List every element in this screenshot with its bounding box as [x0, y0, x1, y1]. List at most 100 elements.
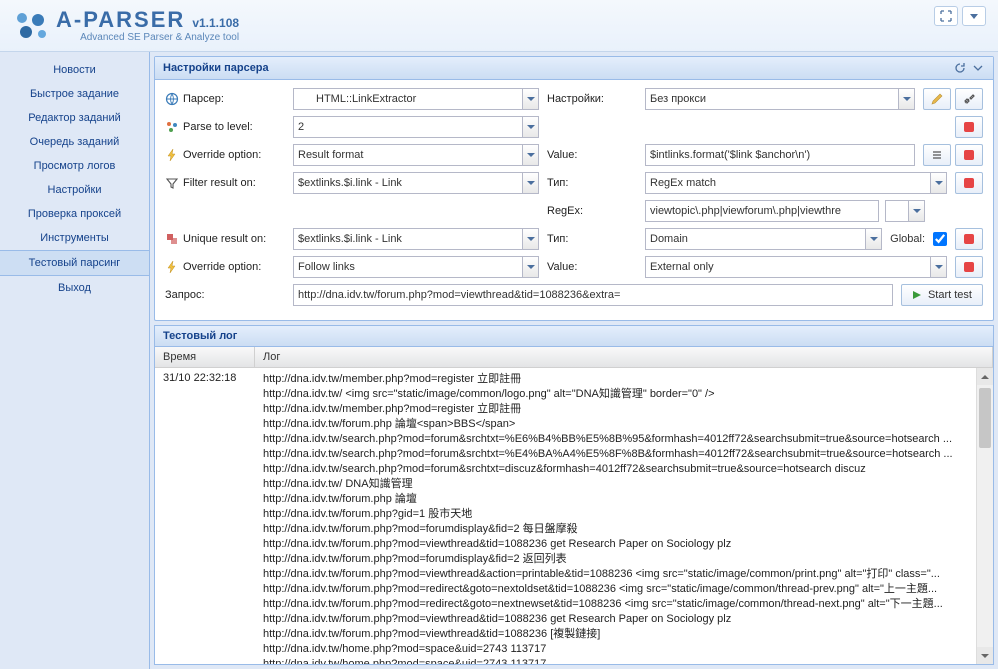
remove-button[interactable]	[955, 116, 983, 138]
edit-button[interactable]	[923, 88, 951, 110]
combo-trigger[interactable]	[930, 256, 947, 278]
globe-icon	[165, 92, 179, 106]
filter-icon	[165, 176, 179, 190]
label-global: Global:	[890, 233, 925, 245]
log-line: http://dna.idv.tw/home.php?mod=space&uid…	[263, 642, 985, 657]
filter-type-select[interactable]	[645, 172, 930, 194]
tools-button[interactable]	[955, 88, 983, 110]
sidebar-item[interactable]: Инструменты	[0, 226, 149, 250]
log-line: http://dna.idv.tw/forum.php?mod=redirect…	[263, 582, 985, 597]
combo-trigger[interactable]	[522, 256, 539, 278]
regex-input[interactable]	[645, 200, 879, 222]
sidebar-item[interactable]: Тестовый парсинг	[0, 250, 149, 276]
nodes-icon	[165, 120, 179, 134]
label-regex: RegEx:	[547, 205, 637, 217]
log-line: http://dna.idv.tw/forum.php 論壇	[263, 492, 985, 507]
remove-button[interactable]	[955, 256, 983, 278]
combo-trigger[interactable]	[522, 144, 539, 166]
log-line: http://dna.idv.tw/forum.php?mod=viewthre…	[263, 612, 985, 627]
fullscreen-button[interactable]	[934, 6, 958, 26]
log-line: http://dna.idv.tw/forum.php?gid=1 股市天地	[263, 507, 985, 522]
query-input[interactable]	[293, 284, 893, 306]
label-value: Value:	[547, 149, 637, 161]
log-panel-title: Тестовый лог	[155, 326, 993, 347]
label-parse-to-level: Parse to level:	[183, 121, 253, 133]
sidebar-item[interactable]: Очередь заданий	[0, 130, 149, 154]
start-test-button[interactable]: Start test	[901, 284, 983, 306]
combo-trigger[interactable]	[865, 228, 882, 250]
test-log-panel: Тестовый лог Время Лог 31/10 22:32:18 ht…	[154, 325, 994, 665]
filter-select[interactable]	[293, 172, 522, 194]
scroll-down-arrow[interactable]	[977, 647, 993, 664]
scroll-up-arrow[interactable]	[977, 368, 993, 385]
start-test-label: Start test	[928, 289, 972, 301]
combo-trigger[interactable]	[898, 88, 915, 110]
combo-trigger[interactable]	[908, 200, 925, 222]
combo-trigger[interactable]	[522, 228, 539, 250]
vertical-scrollbar[interactable]	[976, 368, 993, 664]
lightning-icon	[165, 148, 179, 162]
sidebar: НовостиБыстрое заданиеРедактор заданийОч…	[0, 52, 150, 669]
log-line: http://dna.idv.tw/member.php?mod=registe…	[263, 402, 985, 417]
lightning-icon	[165, 260, 179, 274]
combo-trigger[interactable]	[930, 172, 947, 194]
parser-select[interactable]	[293, 88, 522, 110]
unique-icon	[165, 232, 179, 246]
parser-settings-panel: Настройки парсера Парсер:	[154, 56, 994, 321]
remove-button[interactable]	[955, 172, 983, 194]
list-button[interactable]	[923, 144, 951, 166]
unique-select[interactable]	[293, 228, 522, 250]
sidebar-item[interactable]: Просмотр логов	[0, 154, 149, 178]
log-line: http://dna.idv.tw/forum.php?mod=viewthre…	[263, 627, 985, 642]
value-input-1[interactable]	[645, 144, 915, 166]
app-name: A-PARSER	[56, 7, 185, 32]
panel-title: Настройки парсера	[163, 62, 269, 74]
log-line: http://dna.idv.tw/search.php?mod=forum&s…	[263, 447, 985, 462]
label-unique-result-on: Unique result on:	[183, 233, 266, 245]
global-checkbox[interactable]	[933, 232, 947, 246]
log-line: http://dna.idv.tw/search.php?mod=forum&s…	[263, 462, 985, 477]
col-log[interactable]: Лог	[255, 347, 993, 367]
sidebar-item[interactable]: Проверка проксей	[0, 202, 149, 226]
collapse-icon[interactable]	[971, 61, 985, 75]
log-timestamp: 31/10 22:32:18	[155, 368, 255, 664]
sidebar-item[interactable]: Настройки	[0, 178, 149, 202]
value-select-2[interactable]	[645, 256, 930, 278]
regex-flag-input[interactable]	[885, 200, 908, 222]
col-time[interactable]: Время	[155, 347, 255, 367]
log-line: http://dna.idv.tw/forum.php?mod=viewthre…	[263, 537, 985, 552]
override-select-2[interactable]	[293, 256, 522, 278]
label-query: Запрос:	[165, 289, 205, 301]
log-line: http://dna.idv.tw/forum.php?mod=viewthre…	[263, 567, 985, 582]
log-body: 31/10 22:32:18 http://dna.idv.tw/member.…	[155, 368, 993, 664]
label-value: Value:	[547, 261, 637, 273]
sidebar-item[interactable]: Быстрое задание	[0, 82, 149, 106]
combo-trigger[interactable]	[522, 172, 539, 194]
label-settings: Настройки:	[547, 93, 637, 105]
combo-trigger[interactable]	[522, 116, 539, 138]
refresh-icon[interactable]	[953, 61, 967, 75]
combo-trigger[interactable]	[522, 88, 539, 110]
label-parser: Парсер:	[183, 93, 224, 105]
log-line: http://dna.idv.tw/ <img src="static/imag…	[263, 387, 985, 402]
remove-button[interactable]	[955, 228, 983, 250]
scroll-thumb[interactable]	[979, 388, 991, 448]
log-line: http://dna.idv.tw/forum.php?mod=redirect…	[263, 597, 985, 612]
sidebar-item[interactable]: Редактор заданий	[0, 106, 149, 130]
sidebar-item[interactable]: Новости	[0, 58, 149, 82]
label-override-option: Override option:	[183, 149, 261, 161]
unique-type-select[interactable]	[645, 228, 865, 250]
log-line: http://dna.idv.tw/forum.php?mod=forumdis…	[263, 522, 985, 537]
sidebar-item[interactable]: Выход	[0, 276, 149, 300]
log-line: http://dna.idv.tw/search.php?mod=forum&s…	[263, 432, 985, 447]
app-version: v1.1.108	[192, 16, 239, 30]
settings-select[interactable]	[645, 88, 898, 110]
app-header: A-PARSER v1.1.108 Advanced SE Parser & A…	[0, 0, 998, 52]
parse-level-input[interactable]	[293, 116, 522, 138]
logo: A-PARSER v1.1.108 Advanced SE Parser & A…	[12, 9, 239, 43]
label-type: Тип:	[547, 233, 637, 245]
dropdown-button[interactable]	[962, 6, 986, 26]
override-select-1[interactable]	[293, 144, 522, 166]
remove-button[interactable]	[955, 144, 983, 166]
log-line: http://dna.idv.tw/member.php?mod=registe…	[263, 372, 985, 387]
